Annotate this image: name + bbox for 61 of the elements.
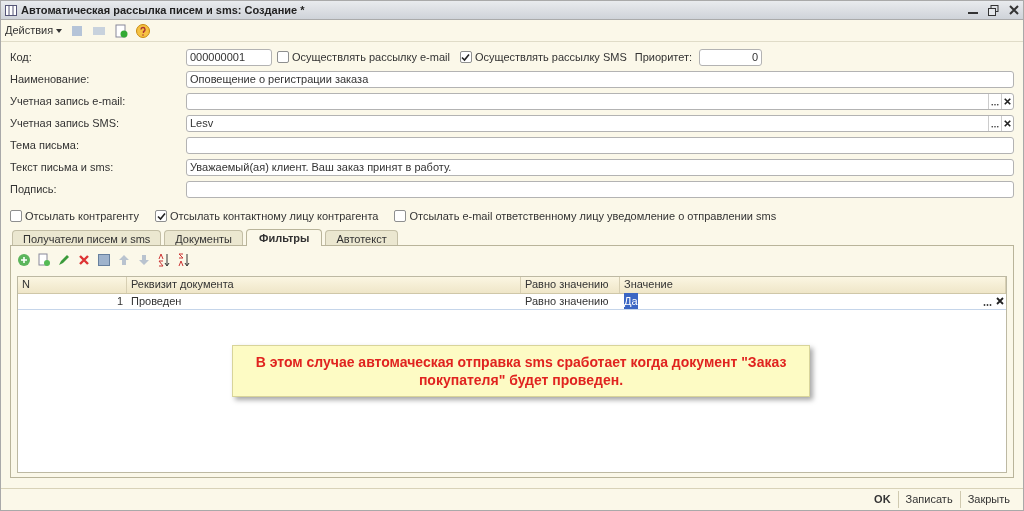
field-label: Учетная запись e-mail: [10,93,127,109]
add-icon[interactable] [17,252,31,267]
priority-field[interactable]: 0 [699,48,763,66]
copy-icon[interactable] [37,252,51,267]
callout-note: В этом случае автомаческая отправка sms сработает когда документ "Заказ покупателя" будет проведен. [232,345,810,397]
select-field[interactable]: Lesv [186,114,1014,132]
pencil-icon[interactable] [57,252,71,267]
checkbox[interactable] [277,51,289,63]
checkbox[interactable] [10,210,22,223]
field-label: Приоритет: [634,49,693,65]
column-header[interactable]: Значение [620,276,1006,293]
ok-button[interactable]: OK [867,491,898,508]
table-row[interactable]: 1 Проведен Равно значению Да [18,293,1006,310]
checkbox-label: Осуществлять рассылку e-mail [292,49,450,65]
tab[interactable]: Фильтры [246,228,323,246]
input-field[interactable] [186,136,1014,154]
help-icon[interactable] [136,23,151,38]
clear-icon[interactable] [1001,115,1013,131]
table-icon [5,4,17,16]
clear-icon[interactable] [1001,93,1013,109]
sort-ascending-icon[interactable] [157,252,171,267]
field-label: Текст письма и sms: [10,159,115,175]
footer-button[interactable]: Закрыть [959,491,1017,508]
tab[interactable]: Автотекст [325,229,398,245]
select-field[interactable] [186,92,1014,110]
column-header[interactable]: Реквизит документа [127,276,521,293]
input-field[interactable]: Оповещение о регистрации заказа [186,70,1014,88]
table-cell-text: Проведен [130,293,183,309]
checkbox[interactable] [459,51,472,63]
table-cell-text: Равно значению [524,293,610,309]
checkbox[interactable] [394,210,407,223]
field-label: Наименование: [10,71,91,87]
value-field[interactable]: Да [620,293,1006,309]
code-field[interactable]: 000000001 [186,48,272,66]
down-arrow-icon[interactable] [137,252,151,267]
checkbox-label: Отсылать контактному лицу контрагента [170,209,379,224]
checkbox[interactable] [155,210,168,223]
actions-menu[interactable]: Действия [5,22,63,39]
tab[interactable]: Получатели писем и sms [12,229,162,245]
delete-icon[interactable] [77,252,91,267]
tab[interactable]: Документы [164,229,243,245]
field-label: Тема письма: [10,137,81,153]
checkbox-label: Осуществлять рассылку SMS [474,49,627,65]
caret-icon [56,28,63,33]
restore-icon[interactable] [988,4,999,16]
input-field[interactable]: Уважаемый(ая) клиент. Ваш заказ принят в работу. [186,158,1014,176]
field-label: Код: [10,49,33,65]
up-arrow-icon[interactable] [117,252,131,267]
field-label: Учетная запись SMS: [10,115,121,131]
sort-descending-icon[interactable] [177,252,191,267]
window-title: Автоматическая рассылка писем и sms: Создание * [21,2,306,18]
column-header[interactable]: Равно значению [521,276,620,293]
add-document-icon[interactable] [114,23,129,38]
input-field[interactable] [186,180,1014,198]
close-icon[interactable] [1009,5,1019,15]
checkbox-label: Отсылать контрагенту [25,209,140,224]
table-cell-text: 1 [115,293,124,309]
checkbox-label: Отсылать e-mail ответственному лицу уведомление о отправлении sms [409,209,777,224]
footer-button[interactable]: Записать [897,491,960,508]
field-label: Подпись: [10,181,58,197]
column-header[interactable]: N [18,276,127,293]
